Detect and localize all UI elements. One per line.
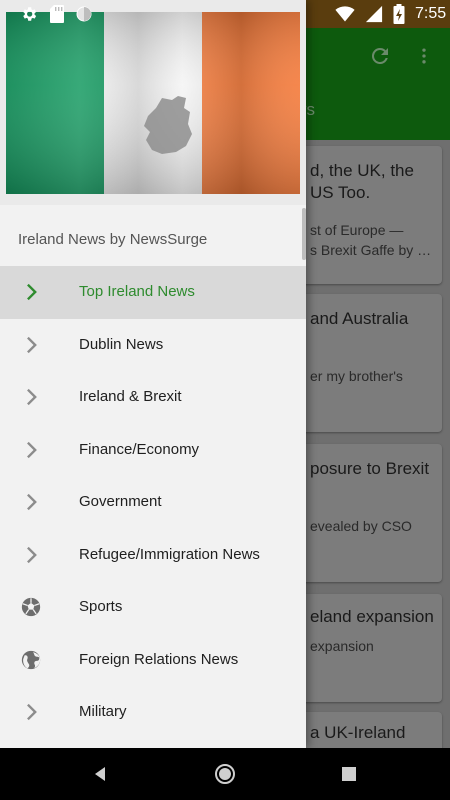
- menu-item-label: Top Ireland News: [79, 283, 195, 300]
- menu-item-ireland-brexit[interactable]: Ireland & Brexit: [0, 371, 306, 424]
- menu-item-label: Military: [79, 703, 127, 720]
- chevron-right-icon: [27, 336, 37, 353]
- menu-item-label: Dublin News: [79, 335, 164, 353]
- news-card-title: eland expansion: [310, 607, 434, 626]
- news-card[interactable]: and Australia er my brother's: [290, 294, 442, 432]
- refresh-icon[interactable]: [368, 44, 392, 68]
- status-time: 7:55: [415, 5, 447, 22]
- menu-item-refugee-immigration-news[interactable]: Refugee/Immigration News: [0, 529, 306, 582]
- back-icon[interactable]: [88, 762, 112, 786]
- news-card-title: a UK-Ireland: [310, 723, 406, 742]
- menu-item-government[interactable]: Government: [0, 476, 306, 529]
- soccer-ball-icon: [21, 597, 41, 617]
- news-card-title: and Australia: [310, 309, 409, 328]
- drawer-menu: Top Ireland News Dublin News Ireland & B…: [0, 266, 306, 739]
- chevron-right-icon: [27, 493, 37, 511]
- news-card[interactable]: eland expansion expansion: [290, 594, 442, 702]
- chevron-right-icon: [27, 441, 37, 458]
- menu-item-label: Government: [79, 493, 162, 510]
- menu-item-label: Foreign Relations News: [79, 650, 239, 668]
- news-card-snippet: evealed by CSO: [310, 518, 412, 534]
- screen: vs d, the UK, the US Too. st of Europe —…: [0, 0, 450, 800]
- signal-icon: [365, 5, 383, 23]
- news-card[interactable]: posure to Brexit evealed by CSO: [290, 444, 442, 582]
- menu-item-label: Refugee/Immigration News: [79, 545, 260, 563]
- battery-charging-icon: [393, 4, 405, 24]
- more-vert-icon[interactable]: [414, 44, 434, 68]
- menu-item-label: Sports: [79, 598, 123, 615]
- news-card-title: posure to Brexit: [310, 459, 430, 478]
- status-bar-notifications: [0, 0, 92, 28]
- chevron-right-icon: [27, 546, 37, 563]
- circle-icon: [76, 6, 92, 22]
- menu-item-top-ireland-news[interactable]: Top Ireland News: [0, 266, 306, 319]
- status-bar: 7:55: [305, 0, 450, 28]
- wifi-icon: [335, 6, 355, 22]
- globe-icon: [21, 650, 41, 669]
- chevron-right-icon: [27, 283, 37, 301]
- gear-icon: [23, 7, 37, 21]
- chevron-right-icon: [27, 703, 37, 721]
- menu-item-label: Ireland & Brexit: [79, 388, 182, 405]
- menu-item-label: Finance/Economy: [79, 440, 200, 458]
- news-card-title: d, the UK, the US Too.: [310, 161, 414, 202]
- home-icon[interactable]: [213, 762, 237, 786]
- drawer-scrollbar[interactable]: [302, 208, 306, 260]
- menu-item-foreign-relations-news[interactable]: Foreign Relations News: [0, 634, 306, 687]
- chevron-right-icon: [27, 388, 37, 406]
- news-card-snippet: er my brother's: [310, 368, 403, 384]
- drawer-header: [0, 0, 306, 205]
- menu-item-dublin-news[interactable]: Dublin News: [0, 319, 306, 372]
- menu-item-finance-economy[interactable]: Finance/Economy: [0, 424, 306, 477]
- news-card-snippet: st of Europe — s Brexit Gaffe by …: [310, 222, 432, 258]
- system-navigation-bar: [0, 748, 450, 800]
- drawer-subtitle: Ireland News by NewsSurge: [18, 231, 208, 248]
- menu-item-military[interactable]: Military: [0, 686, 306, 739]
- news-card-snippet: expansion: [310, 638, 374, 654]
- news-card[interactable]: d, the UK, the US Too. st of Europe — s …: [290, 146, 442, 284]
- ireland-flag-image: [6, 12, 300, 194]
- menu-item-sports[interactable]: Sports: [0, 581, 306, 634]
- recents-icon[interactable]: [337, 762, 361, 786]
- navigation-drawer: Ireland News by NewsSurge Top Ireland Ne…: [0, 0, 306, 748]
- sd-card-icon: [50, 5, 64, 23]
